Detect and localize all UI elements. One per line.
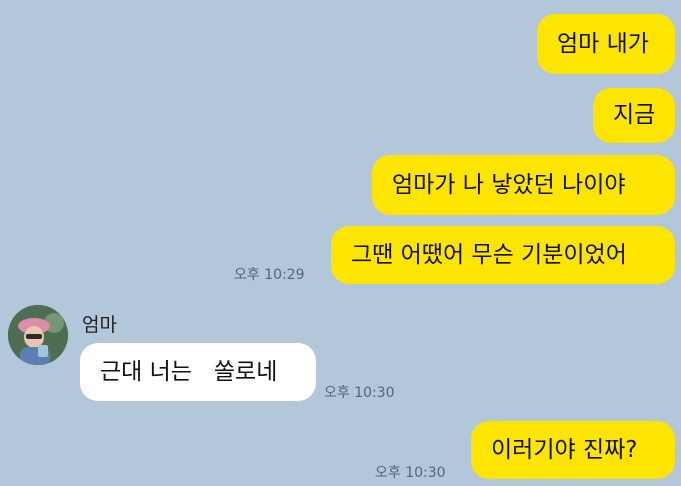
- their-message-bubble[interactable]: 근대 너는 쏠로네: [80, 343, 316, 401]
- avatar-photo: [8, 305, 68, 365]
- my-message-bubble[interactable]: 그땐 어땠어 무슨 기분이었어: [331, 226, 675, 284]
- sender-name: 엄마: [82, 314, 117, 336]
- my-message-bubble[interactable]: 이러기야 진짜?: [471, 421, 675, 479]
- sender-avatar[interactable]: [8, 305, 68, 365]
- my-message-bubble[interactable]: 엄마 내가: [537, 14, 675, 74]
- message-timestamp: 오후 10:30: [324, 385, 395, 401]
- my-message-bubble[interactable]: 엄마가 나 낳았던 나이야: [372, 155, 675, 215]
- my-message-bubble[interactable]: 지금: [593, 88, 675, 143]
- message-timestamp: 오후 10:29: [234, 267, 305, 283]
- message-timestamp: 오후 10:30: [375, 465, 446, 481]
